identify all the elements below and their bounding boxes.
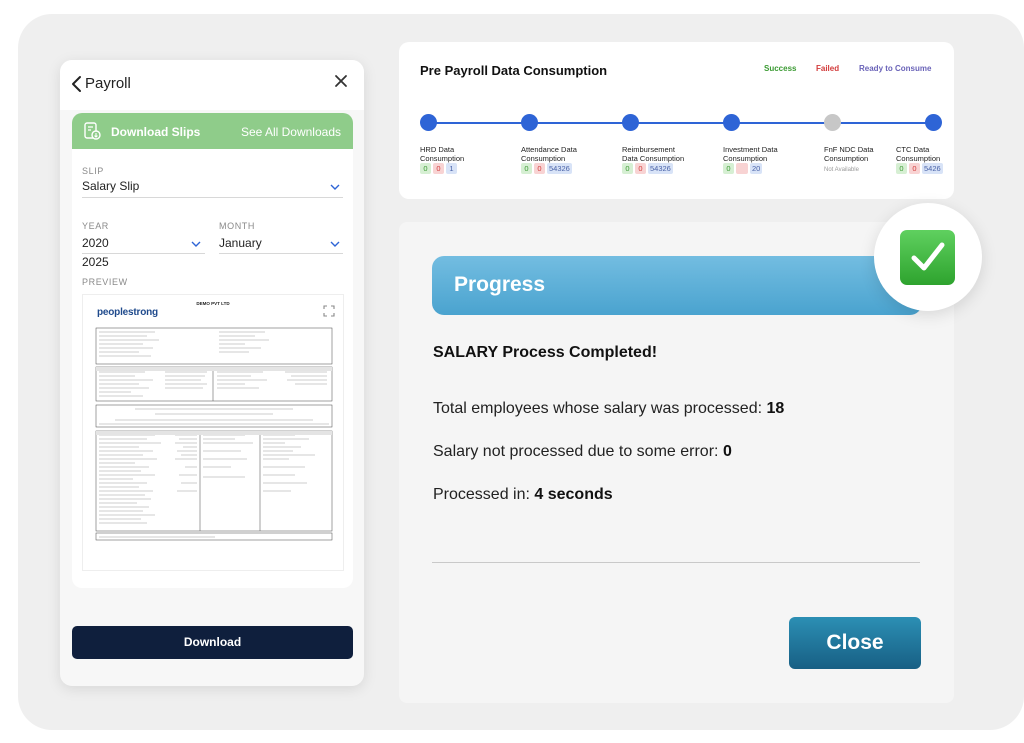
failed-count-badge: 0 xyxy=(433,163,444,174)
chevron-down-icon[interactable] xyxy=(330,184,340,190)
year-label: YEAR xyxy=(82,221,109,231)
step-label-fnf: FnF NDC Data Consumption xyxy=(824,145,874,163)
ready-count-badge: 54326 xyxy=(648,163,673,174)
completed-message: SALARY Process Completed! xyxy=(433,344,658,361)
step-dot-hrd[interactable] xyxy=(420,114,437,131)
failed-count-badge: 0 xyxy=(635,163,646,174)
year-underline xyxy=(82,253,205,254)
step-badges-reimbursement: 0 0 54326 xyxy=(622,163,673,174)
error-stat: Salary not processed due to some error: … xyxy=(433,443,732,460)
total-processed-stat: Total employees whose salary was process… xyxy=(433,400,785,417)
ready-count-badge: 20 xyxy=(750,163,763,174)
phone-header: Payroll xyxy=(60,60,364,110)
not-available-text: Not Available xyxy=(824,167,859,173)
pre-payroll-title: Pre Payroll Data Consumption xyxy=(420,63,608,78)
slip-underline xyxy=(82,197,343,198)
pre-payroll-panel: Pre Payroll Data Consumption Success Fai… xyxy=(399,42,954,199)
success-badge xyxy=(874,203,982,311)
failed-count-badge xyxy=(736,163,748,174)
step-dot-investment[interactable] xyxy=(723,114,740,131)
failed-count-badge: 0 xyxy=(909,163,920,174)
see-all-downloads-link[interactable]: See All Downloads xyxy=(241,125,341,139)
document-download-icon xyxy=(84,122,101,140)
step-badges-investment: 0 20 xyxy=(723,163,763,174)
step-dot-fnf[interactable] xyxy=(824,114,841,131)
download-slips-title: Download Slips xyxy=(111,125,201,139)
download-slips-card: Download Slips See All Downloads SLIP Sa… xyxy=(72,113,353,588)
success-count-badge: 0 xyxy=(420,163,431,174)
close-icon[interactable] xyxy=(334,74,348,88)
peoplestrong-logo: peoplestrong xyxy=(97,307,158,318)
payslip-document-image xyxy=(95,327,333,541)
error-value: 0 xyxy=(722,443,732,460)
year-select[interactable]: 2020 xyxy=(82,236,109,250)
step-badges-attendance: 0 0 54326 xyxy=(521,163,572,174)
steps-track xyxy=(428,122,933,124)
legend-failed: Failed xyxy=(816,64,840,73)
download-button[interactable]: Download xyxy=(72,626,353,659)
month-underline xyxy=(219,253,343,254)
checkmark-icon xyxy=(911,242,945,271)
progress-header-bar: Progress xyxy=(432,256,922,315)
slip-select[interactable]: Salary Slip xyxy=(82,179,139,193)
legend-success: Success xyxy=(764,64,797,73)
processed-time-value: 4 seconds xyxy=(534,486,613,503)
payroll-phone-panel: Payroll Download Slips See All Downloads… xyxy=(60,60,364,686)
step-dot-reimbursement[interactable] xyxy=(622,114,639,131)
step-badges-ctc: 0 0 5426 xyxy=(896,163,943,174)
preview-label: PREVIEW xyxy=(82,277,128,287)
step-label-ctc: CTC Data Consumption xyxy=(896,145,941,163)
divider xyxy=(432,562,920,563)
month-select[interactable]: January xyxy=(219,236,262,250)
ready-count-badge: 5426 xyxy=(922,163,943,174)
success-count-badge: 0 xyxy=(521,163,532,174)
ready-count-badge: 54326 xyxy=(547,163,572,174)
step-label-investment: Investment Data Consumption xyxy=(723,145,778,163)
back-arrow-icon[interactable] xyxy=(68,74,86,94)
payslip-preview: peoplestrong DEMO PVT LTD xyxy=(82,294,344,571)
phone-title: Payroll xyxy=(85,75,131,92)
expand-icon[interactable] xyxy=(323,305,335,317)
step-label-hrd: HRD Data Consumption xyxy=(420,145,465,163)
step-badges-hrd: 0 0 1 xyxy=(420,163,457,174)
total-processed-value: 18 xyxy=(766,400,785,417)
success-count-badge: 0 xyxy=(896,163,907,174)
check-box xyxy=(900,230,955,285)
slip-label: SLIP xyxy=(82,166,104,176)
year-option[interactable]: 2025 xyxy=(82,255,109,269)
close-button[interactable]: Close xyxy=(789,617,921,669)
success-count-badge: 0 xyxy=(723,163,734,174)
step-label-attendance: Attendance Data Consumption xyxy=(521,145,577,163)
download-slips-header: Download Slips See All Downloads xyxy=(72,113,353,149)
progress-panel: Progress SALARY Process Completed! Total… xyxy=(399,222,954,703)
processed-time-stat: Processed in: 4 seconds xyxy=(433,486,613,503)
chevron-down-icon[interactable] xyxy=(191,241,201,247)
progress-title: Progress xyxy=(454,273,546,296)
step-dot-ctc[interactable] xyxy=(925,114,942,131)
ready-count-badge: 1 xyxy=(446,163,457,174)
failed-count-badge: 0 xyxy=(534,163,545,174)
month-label: MONTH xyxy=(219,221,255,231)
chevron-down-icon[interactable] xyxy=(330,241,340,247)
step-dot-attendance[interactable] xyxy=(521,114,538,131)
preview-company-name: DEMO PVT LTD xyxy=(196,301,230,306)
legend-ready-to-consume: Ready to Consume xyxy=(859,64,932,73)
success-count-badge: 0 xyxy=(622,163,633,174)
step-label-reimbursement: Reimbursement Data Consumption xyxy=(622,145,685,163)
